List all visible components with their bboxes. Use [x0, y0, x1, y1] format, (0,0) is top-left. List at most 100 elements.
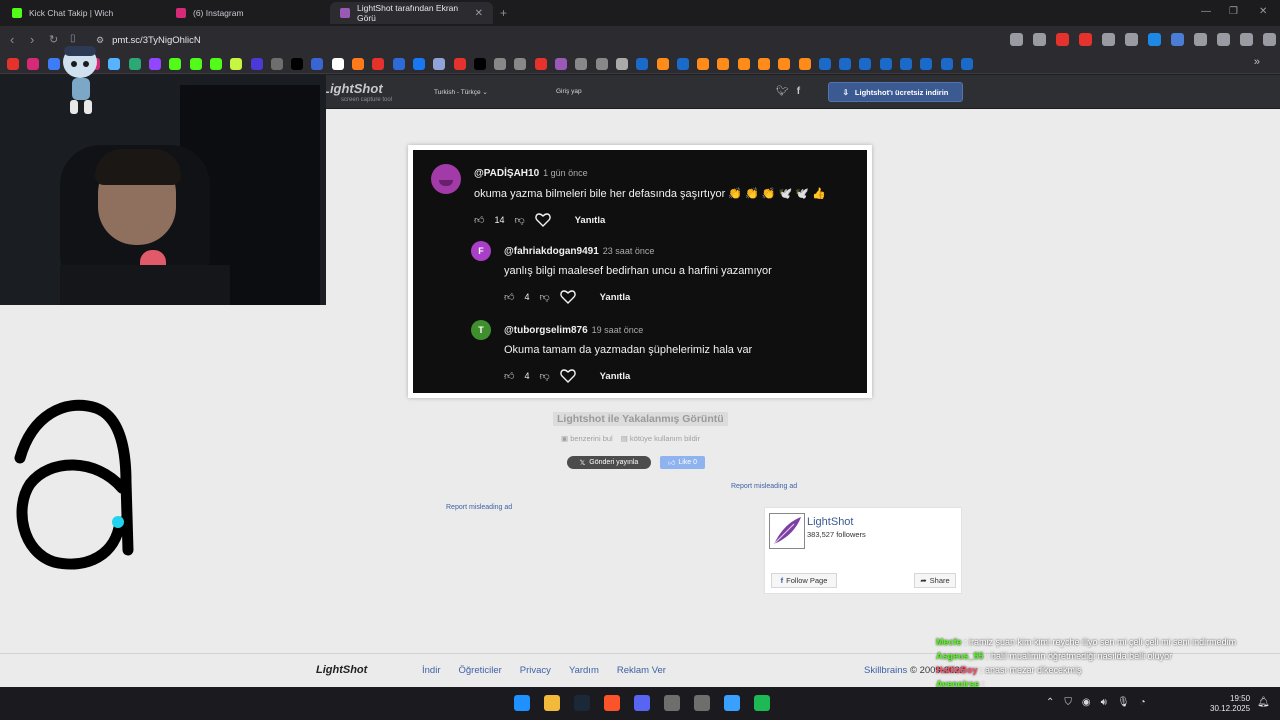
bookmark-favicon-icon[interactable]: [473, 58, 486, 70]
bookmark-favicon-icon[interactable]: [575, 58, 588, 70]
bookmark-favicon-icon[interactable]: [270, 58, 283, 70]
bookmark-favicon-icon[interactable]: [595, 58, 608, 70]
facebook-icon[interactable]: f: [797, 86, 800, 97]
language-selector[interactable]: Turkish - Türkçe ⌄: [434, 88, 488, 96]
reload-button[interactable]: ↻: [49, 33, 58, 46]
bookmark-favicon-icon[interactable]: [27, 58, 40, 70]
lightshot-logo[interactable]: LightShot: [322, 81, 383, 96]
bookmark-favicon-icon[interactable]: [352, 58, 365, 70]
bookmark-favicon-icon[interactable]: [717, 58, 730, 70]
bookmark-favicon-icon[interactable]: [879, 58, 892, 70]
bookmark-favicon-icon[interactable]: [169, 58, 182, 70]
bookmark-favicon-icon[interactable]: [798, 58, 811, 70]
tray-chevron-icon[interactable]: ⌃: [1046, 697, 1054, 708]
system-clock[interactable]: 19:50 30.12.2025: [1210, 694, 1250, 714]
bookmark-favicon-icon[interactable]: [940, 58, 953, 70]
report-ad-link[interactable]: Report misleading ad: [446, 504, 512, 511]
back-button[interactable]: ‹: [10, 32, 14, 47]
share-on-x-button[interactable]: 𝕏 Gönderi yayınla: [567, 456, 651, 469]
report-abuse-link[interactable]: ▤ kötüye kullanım bildir: [621, 434, 700, 443]
taskbar-app-icon[interactable]: [754, 695, 770, 711]
bookmark-favicon-icon[interactable]: [433, 58, 446, 70]
bookmark-favicon-icon[interactable]: [514, 58, 527, 70]
bookmark-favicon-icon[interactable]: [697, 58, 710, 70]
tab-kick-chat[interactable]: Kick Chat Takip | Wich: [2, 2, 165, 24]
footer-link[interactable]: İndir: [422, 665, 440, 676]
extension-icon[interactable]: [1194, 33, 1207, 46]
bookmark-favicon-icon[interactable]: [149, 58, 162, 70]
bookmark-favicon-icon[interactable]: [656, 58, 669, 70]
bookmark-favicon-icon[interactable]: [900, 58, 913, 70]
wifi-icon[interactable]: ◔: [1140, 697, 1146, 708]
footer-link[interactable]: Yardım: [569, 665, 599, 676]
footer-link[interactable]: Öğreticiler: [458, 665, 501, 676]
bookmark-favicon-icon[interactable]: [128, 58, 141, 70]
notification-bell-icon[interactable]: 🔔︎: [1257, 697, 1270, 708]
close-window-button[interactable]: ✕: [1259, 6, 1267, 17]
shield-icon[interactable]: ⛉: [1064, 697, 1072, 708]
extension-icon[interactable]: [1148, 33, 1161, 46]
extension-icon[interactable]: [1217, 33, 1230, 46]
lightshot-page-avatar[interactable]: [769, 513, 805, 549]
bookmark-favicon-icon[interactable]: [230, 58, 243, 70]
bookmark-favicon-icon[interactable]: [189, 58, 202, 70]
twitter-icon[interactable]: 🐦︎: [776, 86, 789, 97]
extension-icon[interactable]: [1010, 33, 1023, 46]
find-similar-link[interactable]: ▣ benzerini bul: [561, 434, 613, 443]
extension-icon[interactable]: [1056, 33, 1069, 46]
bookmark-favicon-icon[interactable]: [250, 58, 263, 70]
bookmark-favicon-icon[interactable]: [818, 58, 831, 70]
bookmark-favicon-icon[interactable]: [209, 58, 222, 70]
more-bookmarks-button[interactable]: »: [1254, 56, 1260, 68]
extension-icon[interactable]: [1171, 33, 1184, 46]
bookmark-favicon-icon[interactable]: [737, 58, 750, 70]
bookmark-favicon-icon[interactable]: [778, 58, 791, 70]
microphone-icon[interactable]: 🎙︎: [1117, 697, 1130, 708]
bookmark-favicon-icon[interactable]: [839, 58, 852, 70]
extension-icon[interactable]: [1033, 33, 1046, 46]
tab-instagram[interactable]: (6) Instagram: [166, 2, 329, 24]
new-tab-button[interactable]: +: [500, 6, 507, 20]
taskbar-app-icon[interactable]: [634, 695, 650, 711]
bookmark-favicon-icon[interactable]: [757, 58, 770, 70]
taskbar-app-icon[interactable]: [664, 695, 680, 711]
taskbar-app-icon[interactable]: [604, 695, 620, 711]
share-button[interactable]: ➦ Share: [914, 573, 956, 588]
bookmark-favicon-icon[interactable]: [108, 58, 121, 70]
taskbar-app-icon[interactable]: [724, 695, 740, 711]
login-link[interactable]: Giriş yap: [556, 88, 582, 95]
taskbar-app-icon[interactable]: [514, 695, 530, 711]
facebook-like-button[interactable]: 👍︎ Like 0: [660, 456, 705, 469]
footer-link[interactable]: Privacy: [520, 665, 551, 676]
follow-page-button[interactable]: f Follow Page: [771, 573, 837, 588]
extension-icon[interactable]: [1079, 33, 1092, 46]
bookmark-favicon-icon[interactable]: [331, 58, 344, 70]
bookmark-favicon-icon[interactable]: [859, 58, 872, 70]
bookmark-favicon-icon[interactable]: [920, 58, 933, 70]
bookmark-favicon-icon[interactable]: [47, 58, 60, 70]
bookmark-favicon-icon[interactable]: [534, 58, 547, 70]
taskbar-app-icon[interactable]: [574, 695, 590, 711]
extension-icon[interactable]: [1263, 33, 1276, 46]
download-button[interactable]: ⇩ Lightshot'ı ücretsiz indirin: [828, 82, 963, 102]
address-bar[interactable]: ⚙ pmt.sc/3TyNigOhlicN: [92, 30, 992, 50]
bookmark-favicon-icon[interactable]: [412, 58, 425, 70]
bookmark-favicon-icon[interactable]: [311, 58, 324, 70]
extension-icon[interactable]: [1240, 33, 1253, 46]
bookmark-favicon-icon[interactable]: [392, 58, 405, 70]
fb-page-name[interactable]: LightShot: [807, 516, 853, 528]
bookmark-favicon-icon[interactable]: [636, 58, 649, 70]
bookmark-favicon-icon[interactable]: [372, 58, 385, 70]
tab-lightshot[interactable]: LightShot tarafından Ekran Görü ✕: [330, 2, 493, 24]
taskbar-app-icon[interactable]: [694, 695, 710, 711]
steam-tray-icon[interactable]: ◉: [1082, 697, 1091, 708]
bookmark-favicon-icon[interactable]: [453, 58, 466, 70]
taskbar-app-icon[interactable]: [544, 695, 560, 711]
footer-logo[interactable]: LightShot: [316, 664, 367, 676]
bookmark-favicon-icon[interactable]: [555, 58, 568, 70]
bookmark-favicon-icon[interactable]: [494, 58, 507, 70]
bookmark-favicon-icon[interactable]: [960, 58, 973, 70]
bookmark-favicon-icon[interactable]: [291, 58, 304, 70]
extension-icon[interactable]: [1125, 33, 1138, 46]
minimize-button[interactable]: —: [1201, 6, 1211, 17]
